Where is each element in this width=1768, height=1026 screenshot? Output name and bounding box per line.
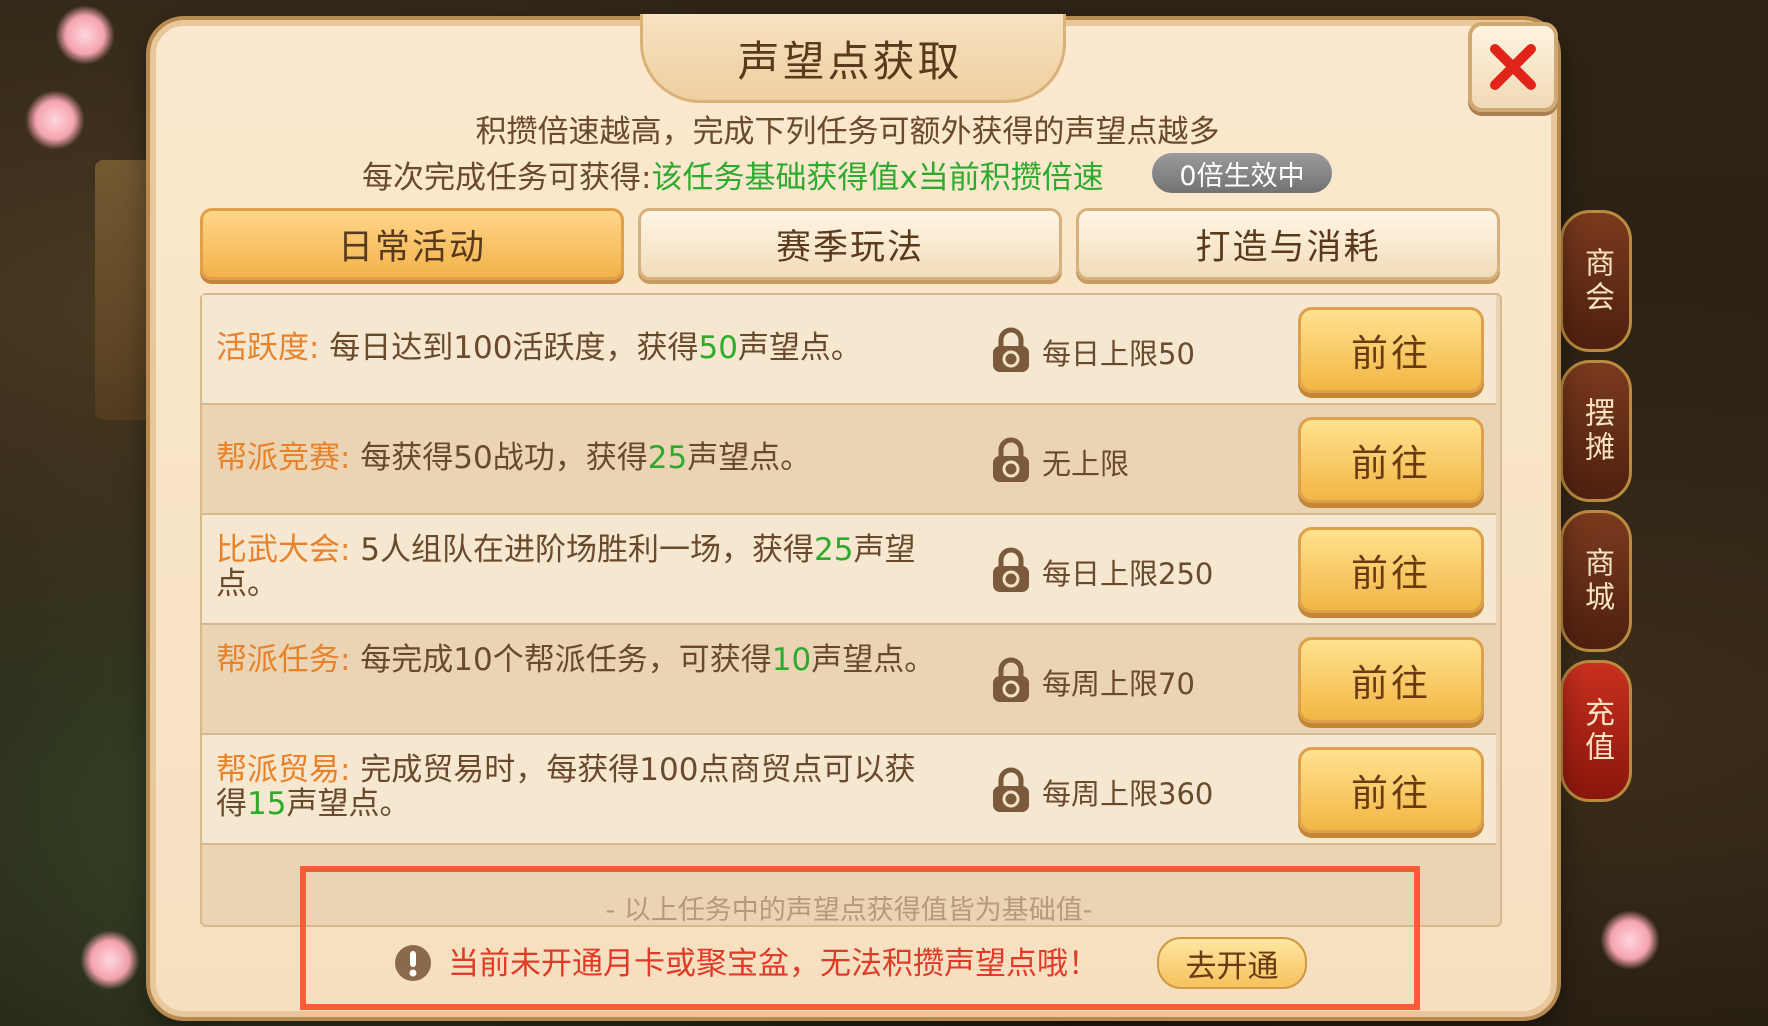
task-row: 帮派贸易: 完成贸易时，每获得100点商贸点可以获得15声望点。 每周上限360… xyxy=(202,735,1496,845)
multiplier-badge: 0倍生效中 xyxy=(1152,153,1332,193)
task-reward-value: 15 xyxy=(247,786,287,822)
side-menu-recharge[interactable]: 充值 xyxy=(1560,660,1632,802)
flower-decoration xyxy=(25,90,85,150)
side-menu-shop-guild[interactable]: 商会 xyxy=(1560,210,1632,352)
task-row: 活跃度: 每日达到100活跃度，获得50声望点。 每日上限50 前往 xyxy=(202,295,1496,405)
task-reward-value: 10 xyxy=(771,642,812,678)
lock-icon xyxy=(993,437,1029,482)
flower-decoration xyxy=(1600,910,1660,970)
go-button[interactable]: 前往 xyxy=(1298,747,1484,833)
task-text: 每日达到100活跃度，获得 xyxy=(319,330,699,366)
task-description: 帮派任务: 每完成10个帮派任务，可获得10声望点。 xyxy=(216,643,936,677)
dialog-title: 声望点获取 xyxy=(737,37,963,86)
close-button[interactable] xyxy=(1468,22,1558,112)
task-row: 帮派竞赛: 每获得50战功，获得25声望点。 无上限 前往 xyxy=(202,405,1496,515)
task-text-end: 声望点。 xyxy=(286,786,411,822)
task-limit: 每日上限50 xyxy=(1042,337,1195,371)
task-text: 5人组队在进阶场胜利一场，获得 xyxy=(350,532,815,568)
task-description: 比武大会: 5人组队在进阶场胜利一场，获得25声望点。 xyxy=(216,533,936,601)
side-menu-mall[interactable]: 商城 xyxy=(1560,510,1632,652)
flower-decoration xyxy=(55,5,115,65)
task-reward-value: 25 xyxy=(814,532,854,568)
background-banner xyxy=(95,160,153,420)
tab-crafting-consumption[interactable]: 打造与消耗 xyxy=(1076,208,1500,280)
task-row: 比武大会: 5人组队在进阶场胜利一场，获得25声望点。 每日上限250 前往 xyxy=(202,515,1496,625)
lock-icon xyxy=(993,327,1029,372)
task-reward-value: 50 xyxy=(698,330,738,366)
task-text-end: 声望点。 xyxy=(737,330,862,366)
lock-icon xyxy=(993,547,1029,592)
warning-icon xyxy=(395,945,431,981)
description-line-1: 积攒倍速越高，完成下列任务可额外获得的声望点越多 xyxy=(475,114,1220,150)
task-name: 帮派竞赛: xyxy=(216,440,351,476)
task-description: 帮派竞赛: 每获得50战功，获得25声望点。 xyxy=(216,441,936,475)
lock-icon xyxy=(993,767,1029,812)
task-text: 每完成10个帮派任务，可获得 xyxy=(350,642,772,678)
flower-decoration xyxy=(80,930,140,990)
tab-daily-activities[interactable]: 日常活动 xyxy=(200,208,624,280)
task-text: 每获得50战功，获得 xyxy=(350,440,648,476)
task-row: 帮派任务: 每完成10个帮派任务，可获得10声望点。 每周上限70 前往 xyxy=(202,625,1496,735)
task-description: 活跃度: 每日达到100活跃度，获得50声望点。 xyxy=(216,331,936,365)
task-limit: 每周上限360 xyxy=(1042,777,1214,811)
description-formula: 该任务基础获得值x当前积攒倍速 xyxy=(651,160,1104,196)
warning-message: 当前未开通月卡或聚宝盆，无法积攒声望点哦！ xyxy=(448,946,1099,982)
task-limit: 每日上限250 xyxy=(1042,557,1214,591)
task-limit: 无上限 xyxy=(1042,447,1130,481)
tab-season-gameplay[interactable]: 赛季玩法 xyxy=(638,208,1062,280)
task-description: 帮派贸易: 完成贸易时，每获得100点商贸点可以获得15声望点。 xyxy=(216,753,936,821)
description-prefix: 每次完成任务可获得: xyxy=(362,160,652,196)
close-icon xyxy=(1490,44,1536,90)
side-menu-stall[interactable]: 摆摊 xyxy=(1560,360,1632,502)
task-name: 帮派任务: xyxy=(216,642,351,678)
activate-button[interactable]: 去开通 xyxy=(1157,937,1307,989)
description-line-2: 每次完成任务可获得:该任务基础获得值x当前积攒倍速 xyxy=(362,152,1104,197)
task-text-end: 声望点。 xyxy=(687,440,812,476)
task-name: 活跃度: xyxy=(216,330,320,366)
task-name: 帮派贸易: xyxy=(216,752,351,788)
go-button[interactable]: 前往 xyxy=(1298,637,1484,723)
go-button[interactable]: 前往 xyxy=(1298,307,1484,393)
lock-icon xyxy=(993,657,1029,702)
go-button[interactable]: 前往 xyxy=(1298,527,1484,613)
base-value-note: - 以上任务中的声望点获得值皆为基础值- xyxy=(605,895,1093,926)
task-reward-value: 25 xyxy=(647,440,688,476)
task-text-end: 声望点。 xyxy=(811,642,936,678)
go-button[interactable]: 前往 xyxy=(1298,417,1484,503)
task-name: 比武大会: xyxy=(216,532,351,568)
task-limit: 每周上限70 xyxy=(1042,667,1195,701)
